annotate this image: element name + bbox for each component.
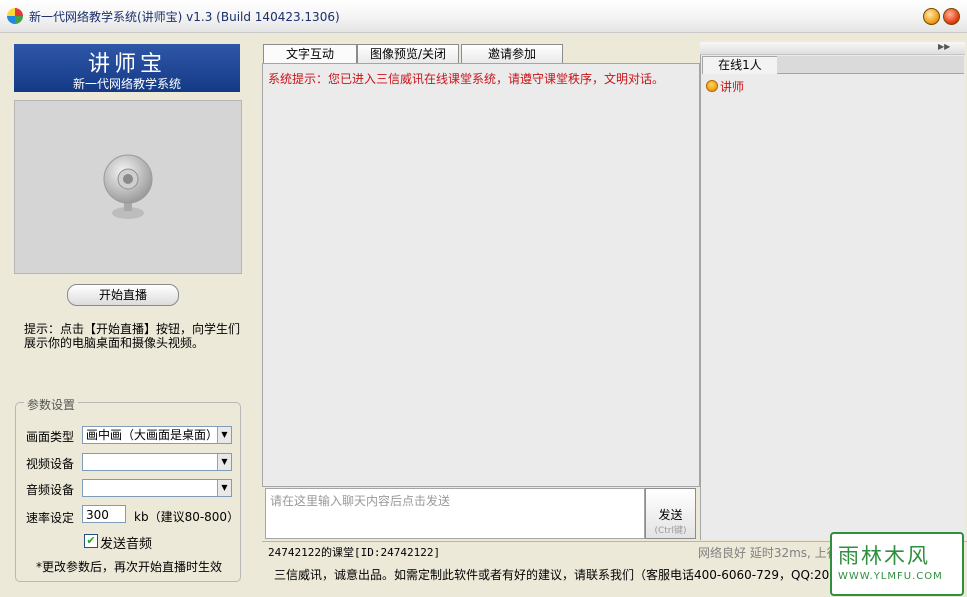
expand-icon[interactable]: ▶▶ xyxy=(938,42,950,51)
send-button[interactable]: 发送 (Ctrl键) xyxy=(645,488,696,539)
online-panel xyxy=(700,42,966,540)
start-live-button[interactable]: 开始直播 xyxy=(67,284,179,306)
online-panel-header xyxy=(700,42,965,55)
close-button[interactable] xyxy=(943,8,960,25)
tip-text: 提示：点击【开始直播】按钮，向学生们展示你的电脑桌面和摄像头视频。 xyxy=(24,322,241,350)
tab-text-chat[interactable]: 文字互动 xyxy=(263,44,357,64)
user-icon xyxy=(706,80,718,92)
minimize-button[interactable] xyxy=(923,8,940,25)
watermark-text: 雨林木风 xyxy=(838,544,930,568)
video-device-select[interactable]: ▼ xyxy=(82,453,232,471)
audio-device-label: 音频设备 xyxy=(26,483,75,497)
rate-hint: kb（建议80-800） xyxy=(134,510,240,524)
watermark-url: WWW.YLMFU.COM xyxy=(838,571,943,582)
tab-strip xyxy=(777,56,964,74)
send-label: 发送 xyxy=(658,508,683,522)
params-note: *更改参数后，再次开始直播时生效 xyxy=(36,560,223,574)
brand-banner: 讲师宝 新一代网络教学系统 xyxy=(14,44,240,92)
room-id: 24742122的课堂[ID:24742122] xyxy=(268,546,441,559)
send-audio-checkbox[interactable]: ✔ xyxy=(84,534,98,548)
brand-name: 讲师宝 xyxy=(87,52,166,77)
screen-type-value: 画中画（大画面是桌面） xyxy=(86,428,219,442)
video-device-label: 视频设备 xyxy=(26,457,75,471)
params-legend: 参数设置 xyxy=(24,396,79,413)
send-shortcut: (Ctrl键) xyxy=(654,526,687,536)
footer-text: 三信威讯，诚意出品。如需定制此软件或者有好的建议，请联系我们（客服电话400-6… xyxy=(274,568,860,582)
dropdown-arrow-icon: ▼ xyxy=(217,427,231,443)
tab-online[interactable]: 在线1人 xyxy=(702,56,778,74)
app-logo-icon xyxy=(7,8,23,24)
dropdown-arrow-icon: ▼ xyxy=(217,480,231,496)
chat-input-placeholder: 请在这里输入聊天内容后点击发送 xyxy=(270,494,451,508)
system-message: 系统提示：您已进入三信威讯在线课堂系统，请遵守课堂秩序，文明对话。 xyxy=(268,72,665,86)
audio-device-select[interactable]: ▼ xyxy=(82,479,232,497)
screen-type-label: 画面类型 xyxy=(26,430,75,444)
window-title: 新一代网络教学系统(讲师宝) v1.3 (Build 140423.1306) xyxy=(29,10,340,24)
rate-input[interactable]: 300 xyxy=(82,505,126,523)
online-user[interactable]: 讲师 xyxy=(720,78,744,95)
chat-log xyxy=(262,63,700,487)
network-status: 网络良好 延时32ms, 上行 xyxy=(698,546,839,560)
send-audio-label: 发送音频 xyxy=(100,537,153,552)
tab-invite[interactable]: 邀请参加 xyxy=(461,44,563,64)
tab-image-preview[interactable]: 图像预览/关闭 xyxy=(357,44,459,64)
dropdown-arrow-icon: ▼ xyxy=(217,454,231,470)
rate-label: 速率设定 xyxy=(26,511,75,525)
brand-subtitle: 新一代网络教学系统 xyxy=(72,77,181,91)
screen-type-select[interactable]: 画中画（大画面是桌面） ▼ xyxy=(82,426,232,444)
video-preview xyxy=(14,100,242,274)
webcam-icon xyxy=(103,154,153,219)
